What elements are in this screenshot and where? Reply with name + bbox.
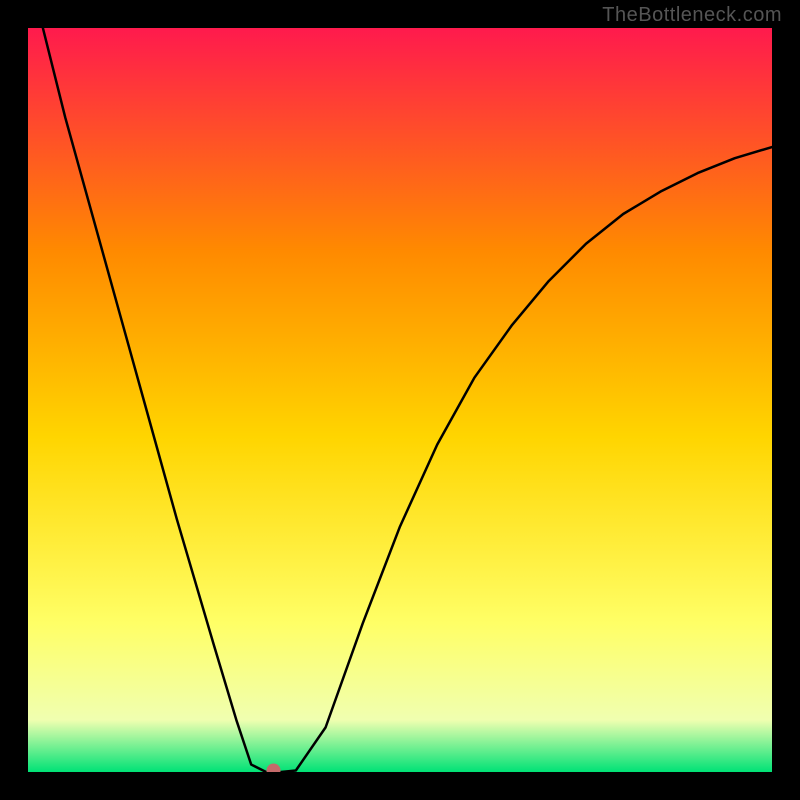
watermark-text: TheBottleneck.com bbox=[602, 4, 782, 27]
chart-background bbox=[28, 28, 772, 772]
plot-area bbox=[28, 28, 772, 772]
chart-frame: TheBottleneck.com bbox=[0, 0, 800, 800]
chart-svg bbox=[28, 28, 772, 772]
